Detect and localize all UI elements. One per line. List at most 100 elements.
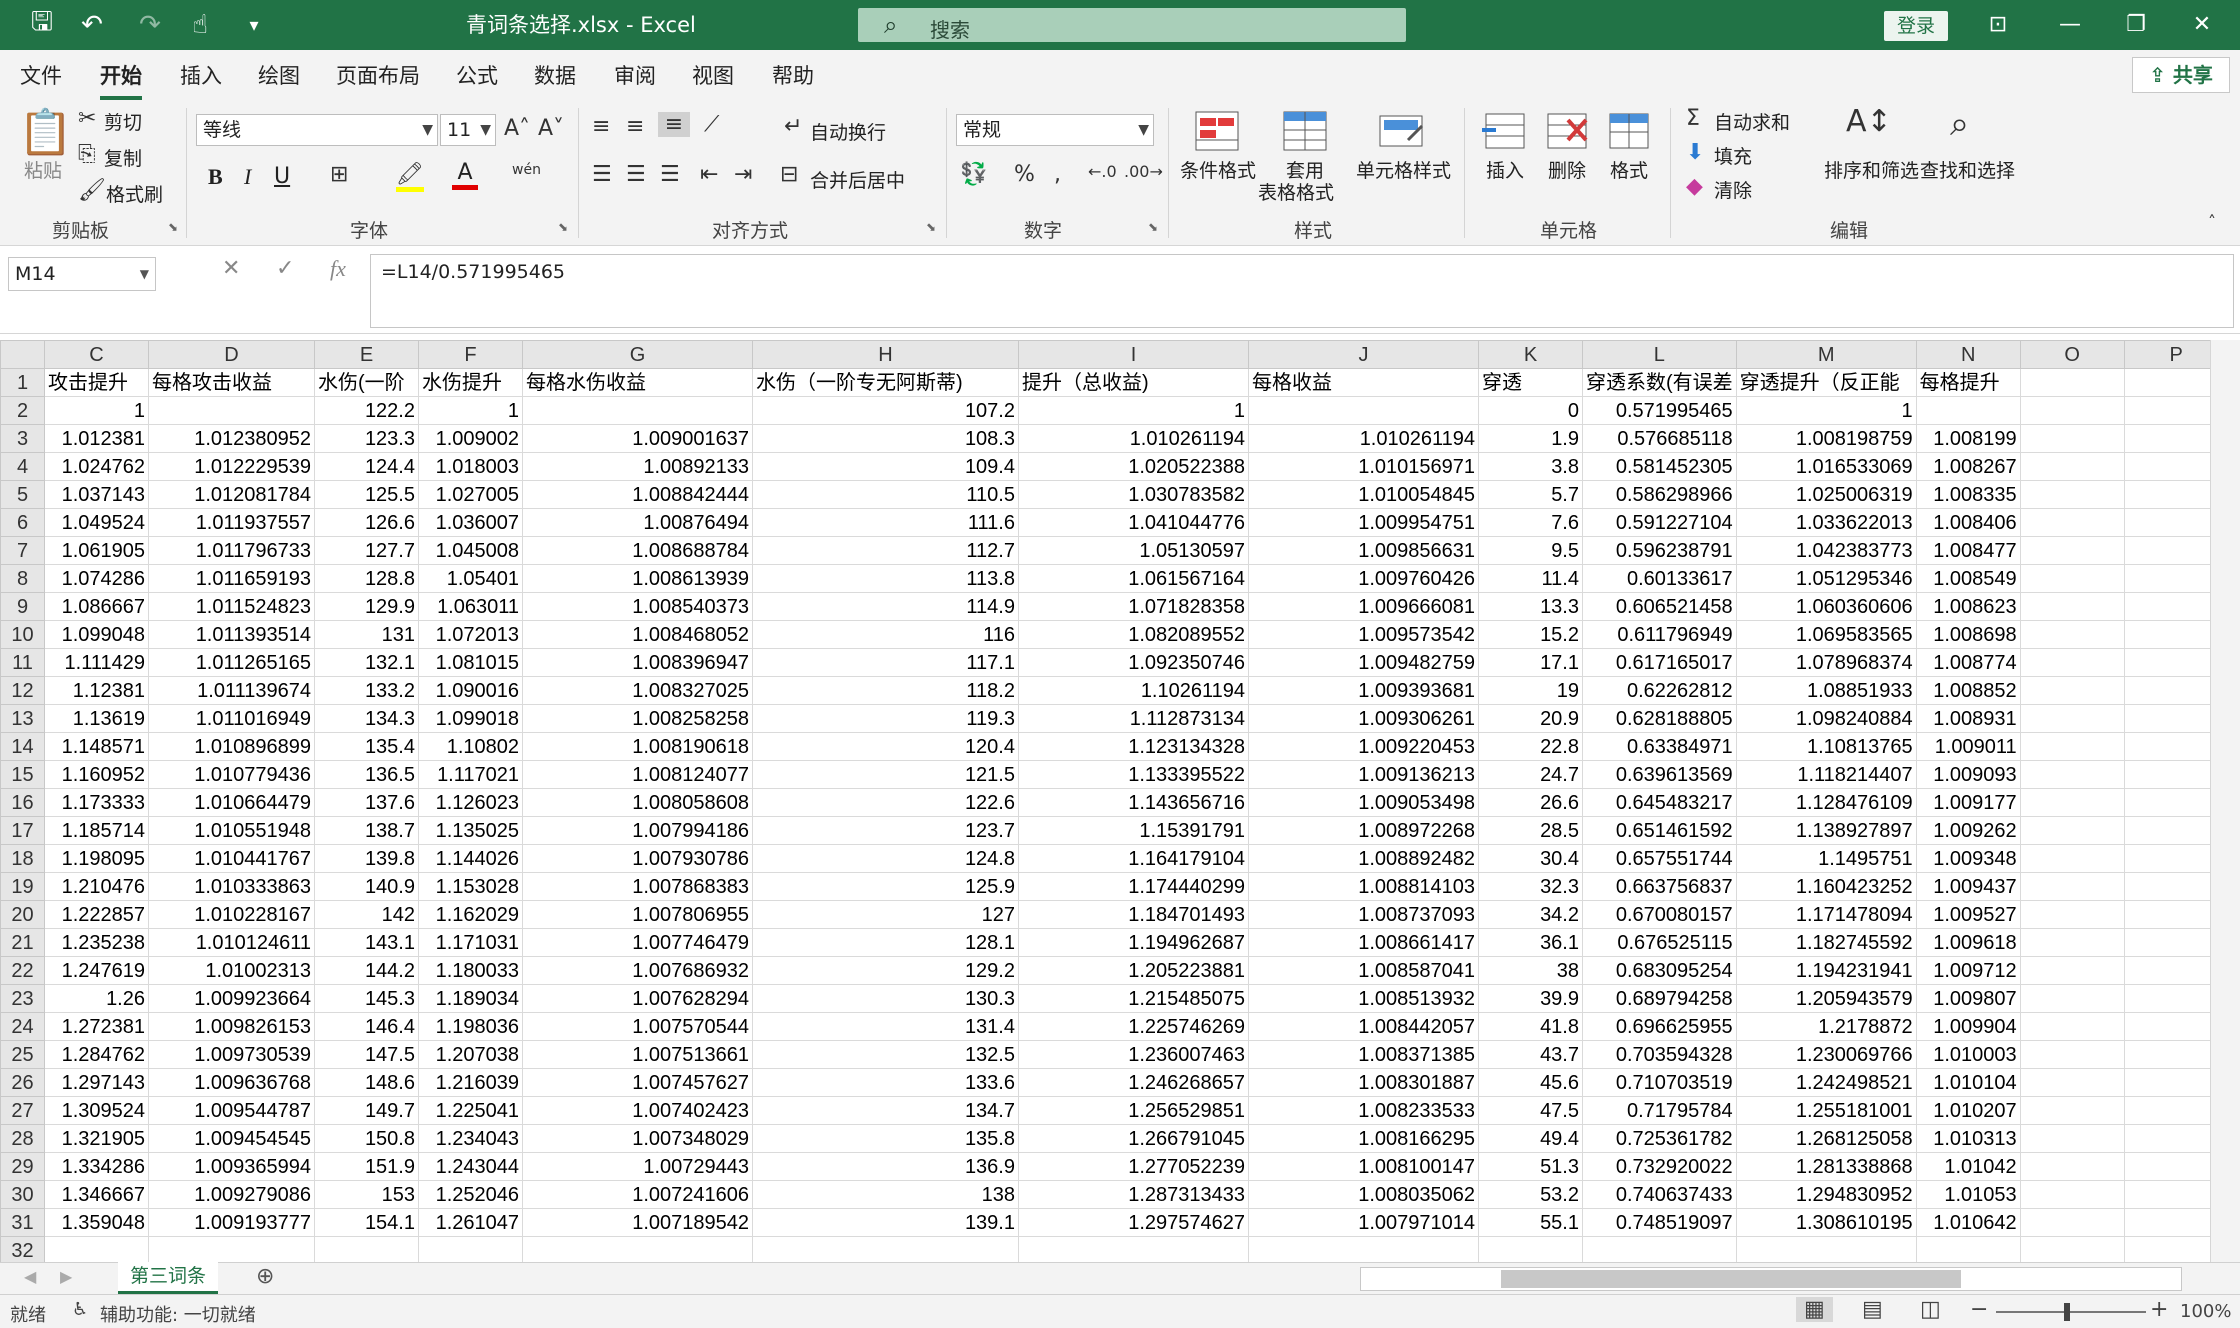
cell[interactable]: 0: [1478, 396, 1583, 425]
next-sheet-icon[interactable]: ▶: [60, 1267, 72, 1286]
cell[interactable]: 0.591227104: [1582, 508, 1737, 537]
row-header[interactable]: 26: [0, 1068, 45, 1097]
cell[interactable]: 1.321905: [44, 1124, 149, 1153]
cell[interactable]: 1.26: [44, 984, 149, 1013]
zoom-slider[interactable]: [1996, 1311, 2146, 1313]
row-header[interactable]: 25: [0, 1040, 45, 1069]
zoom-level[interactable]: 100%: [2180, 1301, 2231, 1322]
cell[interactable]: 1.012229539: [148, 452, 315, 481]
cell[interactable]: 1.010779436: [148, 760, 315, 789]
cut-icon[interactable]: ✂: [78, 106, 96, 131]
cell[interactable]: 20.9: [1478, 704, 1583, 733]
cell[interactable]: 0.617165017: [1582, 648, 1737, 677]
name-box[interactable]: M14 ▼: [8, 257, 156, 291]
cell[interactable]: 1.010104: [1915, 1068, 2021, 1097]
cell[interactable]: 51.3: [1478, 1152, 1583, 1181]
cell[interactable]: 0.586298966: [1582, 480, 1737, 509]
cell[interactable]: 41.8: [1478, 1012, 1583, 1041]
touch-mode-icon[interactable]: ☝: [178, 0, 222, 50]
cell[interactable]: 1.10261194: [1018, 676, 1249, 705]
cell[interactable]: [148, 1236, 315, 1262]
cell[interactable]: 1.173333: [44, 788, 149, 817]
cell[interactable]: [1248, 1236, 1479, 1262]
cell[interactable]: [2019, 1152, 2125, 1181]
cell[interactable]: 133.2: [314, 676, 419, 705]
cell[interactable]: [2019, 760, 2125, 789]
row-header[interactable]: 7: [0, 536, 45, 565]
row-header[interactable]: 19: [0, 872, 45, 901]
cell[interactable]: 1.9: [1478, 424, 1583, 453]
cell[interactable]: 1.016533069: [1735, 452, 1917, 481]
cell[interactable]: 112.7: [752, 536, 1019, 565]
cell[interactable]: 每格收益: [1248, 368, 1479, 397]
cell[interactable]: 43.7: [1478, 1040, 1583, 1069]
cell[interactable]: 1.010003: [1915, 1040, 2021, 1069]
cell[interactable]: 127: [752, 900, 1019, 929]
cell[interactable]: [1915, 1236, 2021, 1262]
cell[interactable]: 1.008100147: [1248, 1152, 1479, 1181]
cell[interactable]: 1.081015: [418, 648, 523, 677]
format-cells-icon[interactable]: [1606, 110, 1652, 152]
zoom-slider-thumb[interactable]: [2064, 1303, 2070, 1321]
cell[interactable]: 1.246268657: [1018, 1068, 1249, 1097]
cell[interactable]: 1: [418, 396, 523, 425]
cell[interactable]: 1.359048: [44, 1208, 149, 1237]
cell[interactable]: 1.162029: [418, 900, 523, 929]
cell[interactable]: 1.025006319: [1735, 480, 1917, 509]
row-header[interactable]: 15: [0, 760, 45, 789]
row-header[interactable]: 10: [0, 620, 45, 649]
conditional-format-button[interactable]: 条件格式: [1180, 156, 1256, 183]
font-color-icon[interactable]: A: [452, 160, 478, 190]
cell[interactable]: 0.639613569: [1582, 760, 1737, 789]
cell[interactable]: 0.657551744: [1582, 844, 1737, 873]
cell[interactable]: [2019, 396, 2125, 425]
cell[interactable]: 138: [752, 1180, 1019, 1209]
align-middle-icon[interactable]: ≡: [626, 114, 644, 139]
row-header[interactable]: 4: [0, 452, 45, 481]
cell[interactable]: 0.645483217: [1582, 788, 1737, 817]
cell[interactable]: 1.010664479: [148, 788, 315, 817]
cell[interactable]: 1.010642: [1915, 1208, 2021, 1237]
cell[interactable]: 1.008931: [1915, 704, 2021, 733]
cell[interactable]: 1.009527: [1915, 900, 2021, 929]
cell[interactable]: 108.3: [752, 424, 1019, 453]
cell[interactable]: 攻击提升: [44, 368, 149, 397]
cell[interactable]: 1.009923664: [148, 984, 315, 1013]
cell[interactable]: 1.008540373: [522, 592, 753, 621]
cell[interactable]: [2019, 844, 2125, 873]
cell[interactable]: 1.174440299: [1018, 872, 1249, 901]
cell[interactable]: 1.126023: [418, 788, 523, 817]
cell[interactable]: 1.037143: [44, 480, 149, 509]
cell[interactable]: 1.010207: [1915, 1096, 2021, 1125]
paste-button[interactable]: 粘贴: [24, 156, 62, 183]
cell[interactable]: 111.6: [752, 508, 1019, 537]
cell[interactable]: [1582, 1236, 1737, 1262]
cell[interactable]: 1.007348029: [522, 1124, 753, 1153]
cell[interactable]: 1.051295346: [1735, 564, 1917, 593]
page-break-view-icon[interactable]: ◫: [1920, 1297, 1941, 1322]
cell[interactable]: 135.8: [752, 1124, 1019, 1153]
column-header[interactable]: D: [148, 340, 315, 369]
cell[interactable]: 0.651461592: [1582, 816, 1737, 845]
cell[interactable]: 1.009730539: [148, 1040, 315, 1069]
row-header[interactable]: 5: [0, 480, 45, 509]
cell[interactable]: 1.018003: [418, 452, 523, 481]
cell[interactable]: 0.576685118: [1582, 424, 1737, 453]
redo-icon[interactable]: ↷: [128, 0, 172, 50]
column-header[interactable]: J: [1248, 340, 1479, 369]
cell[interactable]: 138.7: [314, 816, 419, 845]
cell[interactable]: 1.011265165: [148, 648, 315, 677]
cell[interactable]: 1.009193777: [148, 1208, 315, 1237]
cell[interactable]: 143.1: [314, 928, 419, 957]
merge-center-button[interactable]: 合并后居中: [810, 166, 905, 193]
cell[interactable]: 113.8: [752, 564, 1019, 593]
cell[interactable]: 1.009454545: [148, 1124, 315, 1153]
row-header[interactable]: 3: [0, 424, 45, 453]
cell[interactable]: 1.008623: [1915, 592, 2021, 621]
font-name-select[interactable]: 等线 ▼: [196, 114, 438, 146]
align-center-icon[interactable]: ☰: [626, 162, 646, 187]
cell[interactable]: 1.010261194: [1018, 424, 1249, 453]
cell[interactable]: 146.4: [314, 1012, 419, 1041]
cell[interactable]: 1.092350746: [1018, 648, 1249, 677]
cell[interactable]: [2019, 1208, 2125, 1237]
